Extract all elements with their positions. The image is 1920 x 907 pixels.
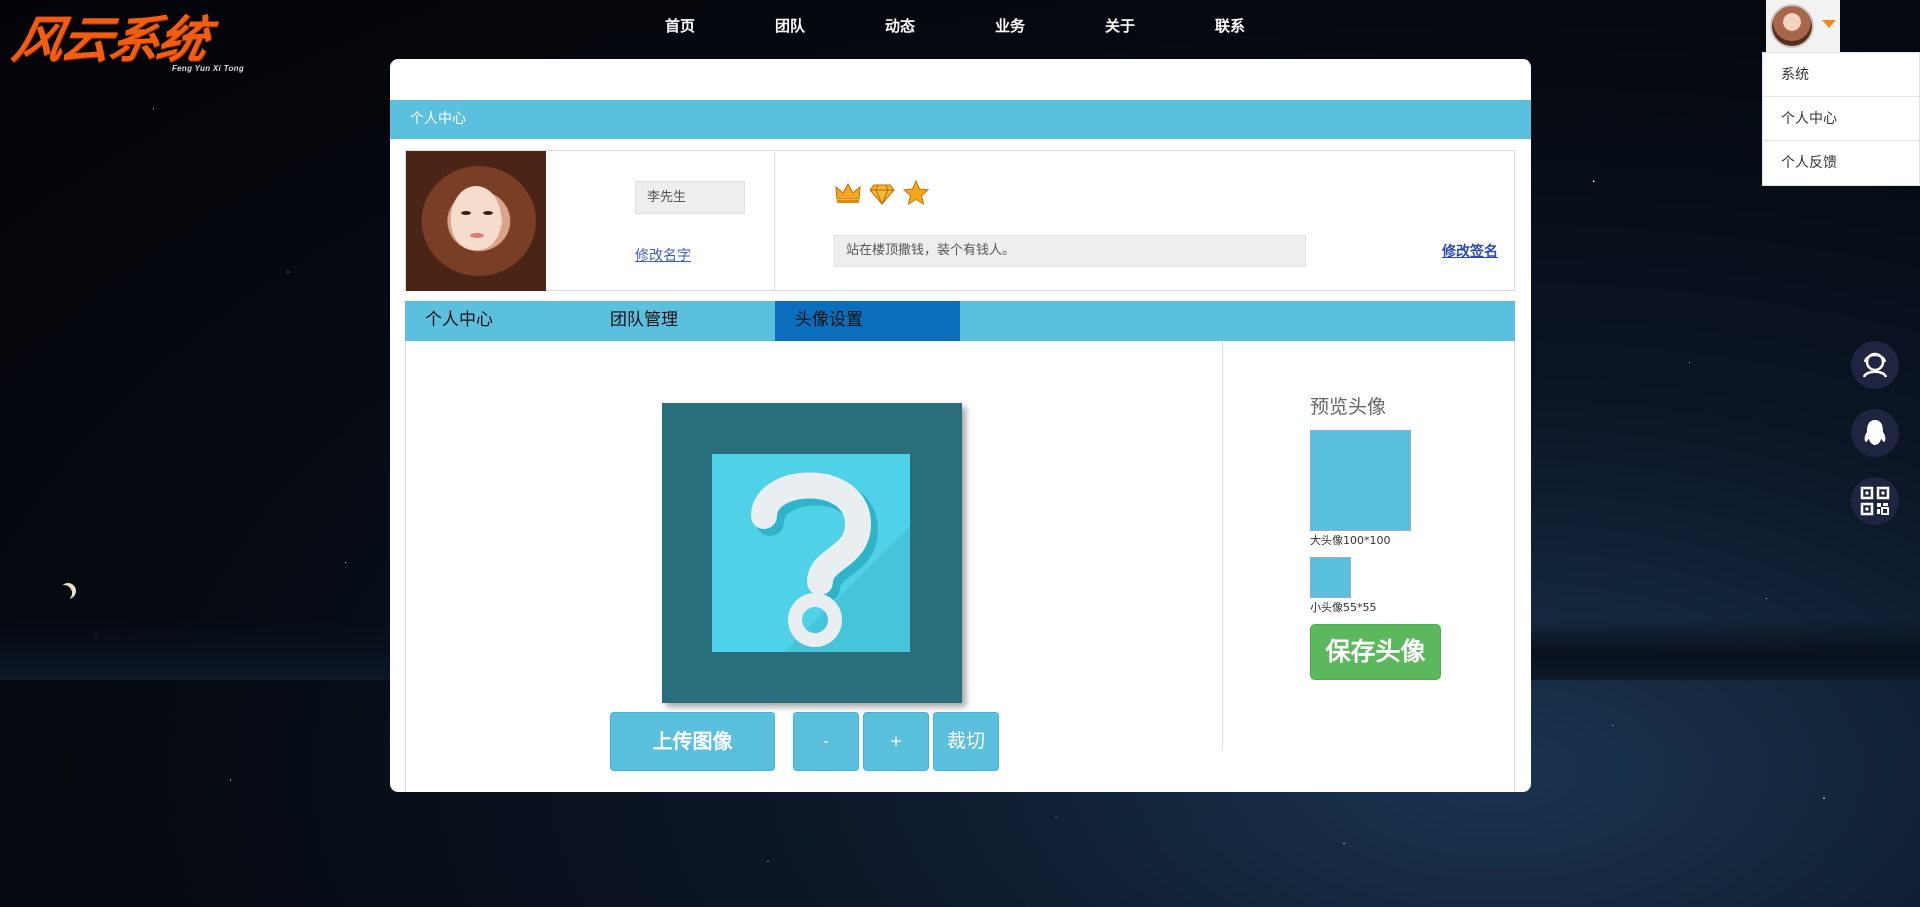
avatar-image[interactable] — [712, 454, 910, 652]
preview-large-avatar — [1310, 430, 1411, 531]
site-logo[interactable]: 风云系统 Feng Yun Xi Tong — [8, 12, 254, 80]
rename-link[interactable]: 修改名字 — [635, 245, 691, 265]
dropdown-item-feedback[interactable]: 个人反馈 — [1763, 141, 1919, 185]
nav-item-news[interactable]: 动态 — [850, 14, 960, 38]
profile-photo — [406, 151, 546, 291]
main-panel: 个人中心 李先生 修改名字 站在楼顶撒钱，装个有钱人。 修改签名 个人中心 团队… — [390, 59, 1531, 792]
dropdown-item-system[interactable]: 系统 — [1763, 53, 1919, 97]
customer-service-button[interactable] — [1851, 341, 1899, 389]
zoom-in-button[interactable]: + — [863, 712, 929, 771]
qq-penguin-icon — [1864, 420, 1886, 445]
moon-decoration — [60, 583, 76, 599]
avatar-editor: 上传图像 - + 裁切 预览头像 大头像100*100 小头像55*55 保存头… — [405, 341, 1515, 792]
crop-button[interactable]: 裁切 — [933, 712, 999, 771]
qr-code-button[interactable] — [1851, 477, 1899, 525]
badge-list — [834, 179, 930, 207]
avatar-crop-area[interactable] — [662, 403, 962, 703]
signature-field[interactable]: 站在楼顶撒钱，装个有钱人。 — [834, 235, 1306, 267]
top-nav: 首页 团队 动态 业务 关于 联系 — [630, 14, 1290, 38]
tab-team-management[interactable]: 团队管理 — [590, 301, 775, 341]
tab-avatar-settings[interactable]: 头像设置 — [775, 301, 960, 341]
qq-button[interactable] — [1851, 409, 1899, 457]
customer-service-icon — [1862, 352, 1888, 378]
panel-title: 个人中心 — [390, 100, 1531, 139]
name-field[interactable]: 李先生 — [635, 181, 745, 214]
preview-title: 预览头像 — [1310, 396, 1387, 418]
nav-item-home[interactable]: 首页 — [630, 14, 740, 38]
profile-card: 李先生 修改名字 站在楼顶撒钱，装个有钱人。 修改签名 — [405, 150, 1515, 291]
upload-image-button[interactable]: 上传图像 — [610, 712, 775, 771]
user-dropdown-menu: 系统 个人中心 个人反馈 — [1762, 52, 1920, 186]
dropdown-item-profile[interactable]: 个人中心 — [1763, 97, 1919, 141]
preview-large-label: 大头像100*100 — [1310, 534, 1391, 547]
save-avatar-button[interactable]: 保存头像 — [1310, 624, 1441, 680]
diamond-icon — [869, 184, 895, 206]
caret-down-icon[interactable] — [1822, 20, 1836, 28]
edit-signature-link[interactable]: 修改签名 — [1442, 241, 1498, 261]
nav-item-about[interactable]: 关于 — [1070, 14, 1180, 38]
star-icon — [902, 179, 930, 206]
nav-item-contact[interactable]: 联系 — [1180, 14, 1290, 38]
tab-bar: 个人中心 团队管理 头像设置 — [405, 301, 1515, 341]
qr-code-icon — [1860, 486, 1890, 516]
user-avatar-icon[interactable] — [1770, 4, 1814, 48]
tab-personal-center[interactable]: 个人中心 — [405, 301, 590, 341]
crown-icon — [835, 182, 861, 203]
divider — [774, 151, 775, 291]
zoom-out-button[interactable]: - — [793, 712, 859, 771]
preview-small-avatar — [1310, 557, 1351, 598]
nav-item-business[interactable]: 业务 — [960, 14, 1070, 38]
divider — [1222, 341, 1223, 751]
preview-small-label: 小头像55*55 — [1310, 601, 1377, 614]
logo-text: 风云系统 — [8, 12, 212, 68]
logo-subtitle: Feng Yun Xi Tong — [172, 64, 245, 73]
user-menu-toggle[interactable] — [1766, 0, 1840, 52]
nav-item-team[interactable]: 团队 — [740, 14, 850, 38]
question-mark-icon — [751, 472, 910, 652]
